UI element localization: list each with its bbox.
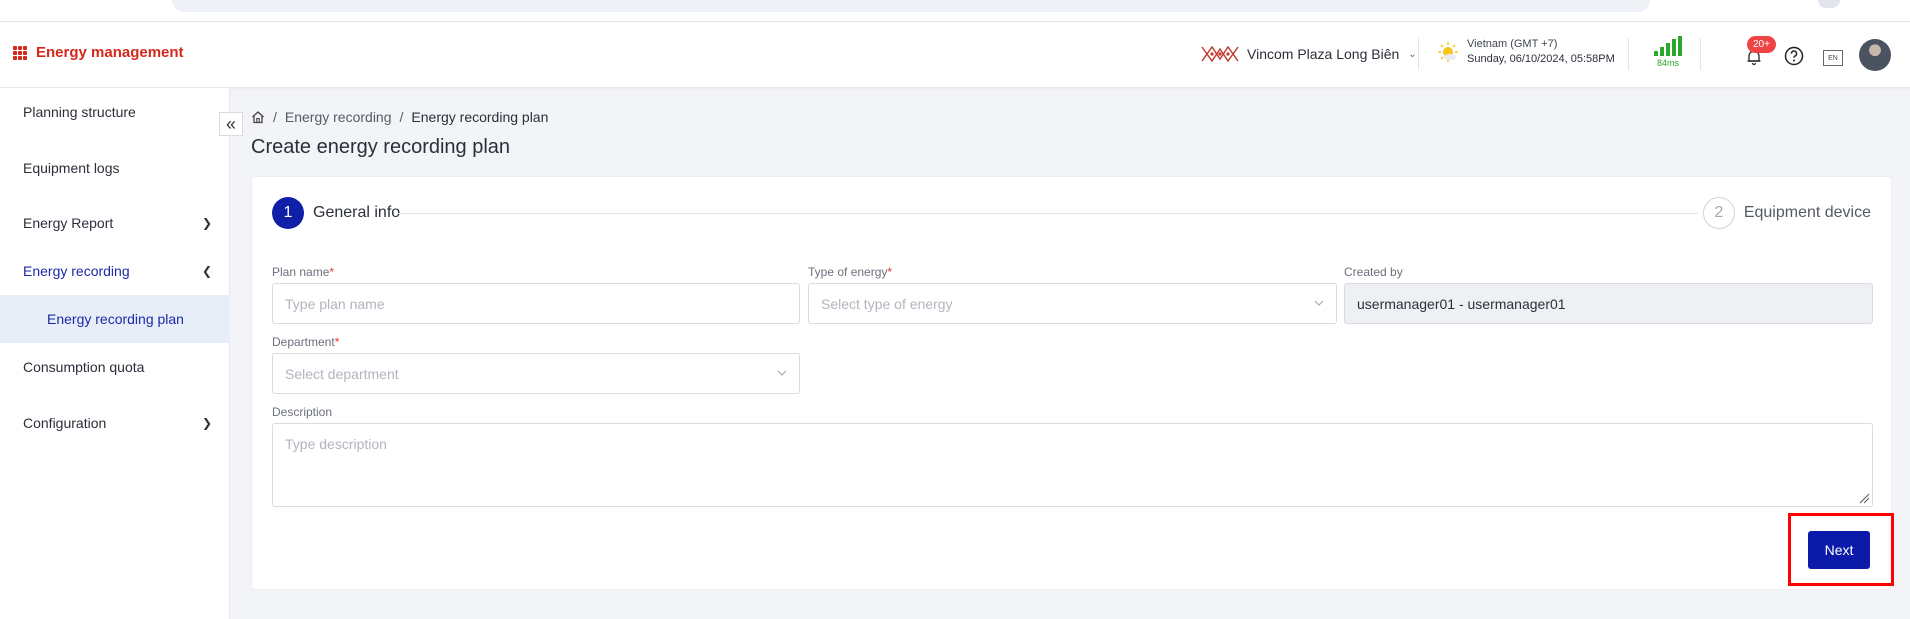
sidebar-item-label: Equipment logs: [23, 160, 120, 176]
energy-type-label: Type of energy*: [808, 265, 893, 279]
sidebar-item-configuration[interactable]: Configuration ❯: [0, 399, 230, 447]
breadcrumb-separator: /: [399, 109, 404, 125]
collapse-sidebar-button[interactable]: «: [219, 112, 243, 136]
breadcrumb: / Energy recording / Energy recording pl…: [251, 109, 548, 125]
form-card: 1 General info 2 Equipment device Plan n…: [251, 176, 1892, 590]
description-textarea[interactable]: Type description: [272, 423, 1873, 507]
sidebar-item-label: Consumption quota: [23, 359, 145, 375]
breadcrumb-separator: /: [273, 109, 277, 125]
address-bar[interactable]: [172, 0, 1650, 12]
page-title: Create energy recording plan: [251, 136, 511, 158]
step-label: General info: [313, 204, 401, 221]
sidebar-item-label: Configuration: [23, 415, 107, 431]
app-name: Energy management: [36, 44, 184, 61]
chevron-down-icon: [1314, 300, 1324, 306]
sidebar-item-label: Energy Report: [23, 215, 114, 231]
energy-type-select[interactable]: Select type of energy: [808, 283, 1337, 324]
step-number: 1: [272, 197, 304, 229]
help-icon[interactable]: [1784, 46, 1804, 66]
sidebar-item-energy-report[interactable]: Energy Report ❯: [0, 199, 230, 247]
sidebar-item-label: Energy recording: [23, 263, 130, 279]
sidebar-item-energy-recording-plan[interactable]: Energy recording plan: [0, 295, 230, 343]
chevron-up-icon: ❮: [201, 264, 212, 278]
chevron-down-icon: ❯: [201, 216, 212, 230]
avatar[interactable]: [1859, 39, 1891, 71]
network-status: 84ms: [1652, 36, 1684, 68]
browser-chrome: [0, 0, 1910, 22]
language-switcher[interactable]: EN: [1823, 50, 1843, 66]
location-selector[interactable]: Vincom Plaza Long Biên ⌄: [1200, 43, 1417, 65]
signal-icon: [1652, 36, 1684, 56]
divider: [1700, 38, 1701, 70]
step-general-info[interactable]: 1 General info: [272, 197, 400, 229]
department-select[interactable]: Select department: [272, 353, 800, 394]
sun-cloud-icon: [1438, 42, 1458, 62]
sidebar-item-planning-structure[interactable]: Planning structure: [0, 88, 230, 136]
breadcrumb-link[interactable]: Energy recording: [285, 109, 392, 125]
weather-widget: Vietnam (GMT +7) Sunday, 06/10/2024, 05:…: [1437, 37, 1615, 67]
home-icon[interactable]: [251, 110, 265, 124]
breadcrumb-current: Energy recording plan: [411, 109, 549, 125]
browser-profile-icon[interactable]: [1818, 0, 1840, 8]
highlight-box: [1788, 513, 1894, 586]
vincom-logo-icon: [1201, 45, 1239, 63]
location-name: Vincom Plaza Long Biên: [1247, 46, 1400, 62]
sidebar-item-equipment-logs[interactable]: Equipment logs: [0, 144, 230, 192]
plan-name-input[interactable]: Type plan name: [272, 283, 800, 324]
sidebar-item-label: Planning structure: [23, 104, 136, 120]
divider: [1418, 38, 1419, 70]
app-grid-icon[interactable]: [13, 45, 27, 60]
timezone-label: Vietnam (GMT +7): [1467, 38, 1558, 50]
sidebar-item-label: Energy recording plan: [47, 311, 184, 327]
plan-name-label: Plan name*: [272, 265, 335, 279]
step-connector: [398, 213, 1698, 214]
step-equipment-device[interactable]: 2 Equipment device: [1702, 197, 1871, 229]
latency-label: 84ms: [1656, 58, 1679, 68]
sidebar: Planning structure Equipment logs Energy…: [0, 88, 230, 619]
step-number: 2: [1702, 197, 1735, 229]
app-header: Energy management Vincom Plaza Long Biên…: [0, 22, 1910, 88]
created-by-field: usermanager01 - usermanager01: [1344, 283, 1873, 324]
description-label: Description: [272, 405, 333, 419]
department-label: Department*: [272, 335, 340, 349]
created-by-label: Created by: [1344, 265, 1403, 279]
brand[interactable]: Energy management: [13, 44, 184, 61]
sidebar-item-consumption-quota[interactable]: Consumption quota: [0, 343, 230, 391]
step-label: Equipment device: [1743, 204, 1871, 221]
resize-handle-icon[interactable]: [1858, 492, 1870, 504]
notification-badge[interactable]: 20+: [1747, 36, 1776, 53]
sidebar-item-energy-recording[interactable]: Energy recording ❮: [0, 247, 230, 295]
datetime-label: Sunday, 06/10/2024, 05:58PM: [1467, 53, 1615, 65]
divider: [1628, 38, 1629, 70]
chevron-down-icon: ⌄: [1408, 48, 1417, 60]
double-chevron-left-icon: «: [225, 113, 236, 134]
chevron-down-icon: ❯: [201, 416, 212, 430]
chevron-down-icon: [777, 370, 787, 376]
